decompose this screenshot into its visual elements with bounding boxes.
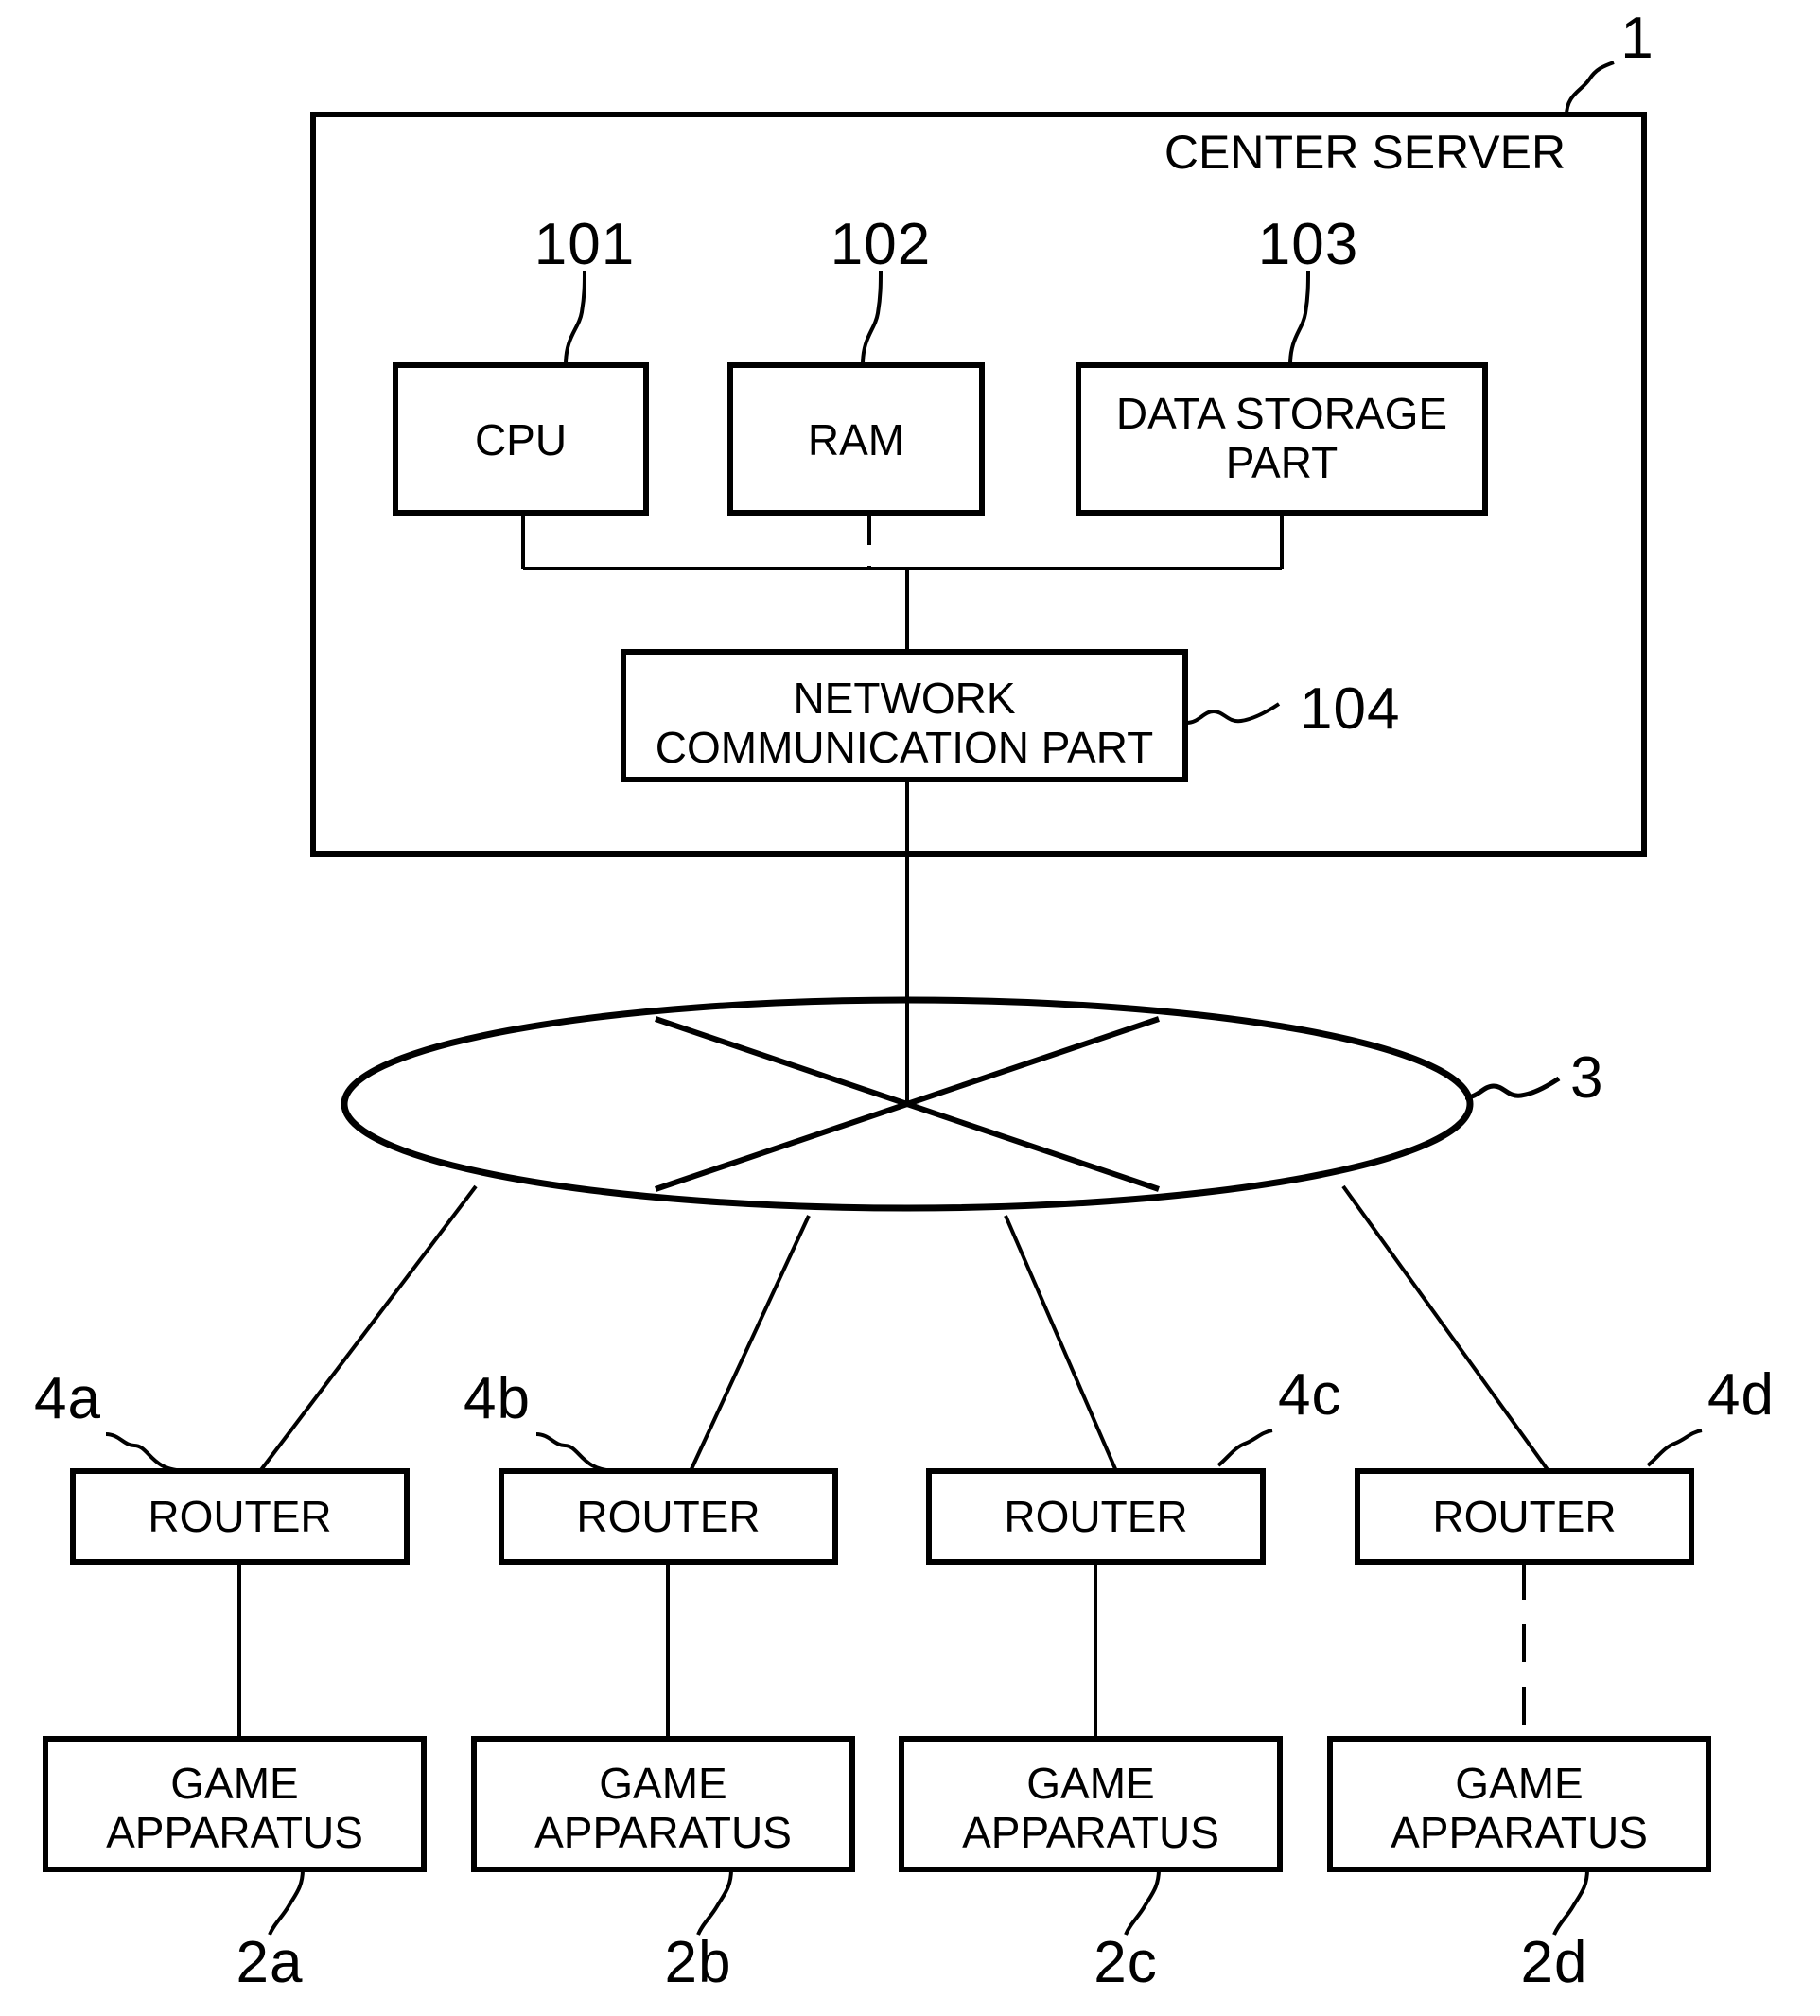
game-apparatus-label-a: GAME APPARATUS: [106, 1759, 363, 1857]
leader-line-4a: [105, 1432, 189, 1473]
network-communication-label: NETWORK COMMUNICATION PART: [655, 674, 1154, 772]
ref-label-data-storage: 103: [1257, 212, 1359, 277]
ref-label-game-b: 2b: [664, 1930, 732, 1995]
cloud-line-se: [906, 1101, 1160, 1192]
ref-label-router-a: 4a: [34, 1366, 101, 1431]
game-apparatus-label-d: GAME APPARATUS: [1391, 1759, 1648, 1857]
cloud-to-router-d: [1341, 1184, 1550, 1473]
ram-label: RAM: [807, 415, 905, 465]
ref-label-game-a: 2a: [236, 1930, 304, 1995]
leader-line-4c: [1216, 1429, 1273, 1467]
game-apparatus-label-c: GAME APPARATUS: [962, 1759, 1219, 1857]
leader-line-4d: [1646, 1429, 1703, 1467]
diagram-lines: [43, 61, 1711, 1936]
ref-label-game-c: 2c: [1094, 1930, 1158, 1995]
leader-line-2b: [696, 1868, 733, 1936]
figure-canvas: 1 CENTER SERVER 101 102 103 104 CPU RAM …: [0, 0, 1820, 2016]
leader-line-102: [861, 270, 883, 366]
leader-line-2a: [268, 1868, 305, 1936]
leader-line-104: [1185, 702, 1281, 725]
ref-label-cpu: 101: [534, 212, 636, 277]
leader-line-4b: [535, 1432, 620, 1473]
cpu-label: CPU: [474, 415, 568, 465]
game-apparatus-label-b: GAME APPARATUS: [534, 1759, 792, 1857]
ref-label-ram: 102: [830, 212, 932, 277]
ref-label-router-c: 4c: [1278, 1362, 1342, 1428]
router-label-a: ROUTER: [148, 1492, 332, 1541]
ref-label-network: 3: [1570, 1045, 1604, 1111]
leader-line-2d: [1552, 1868, 1589, 1936]
leader-line-3: [1464, 1076, 1561, 1100]
ref-label-game-d: 2d: [1520, 1930, 1588, 1995]
ref-label-center-server: 1: [1620, 6, 1654, 71]
cloud-to-router-c: [1004, 1215, 1118, 1472]
data-storage-label: DATA STORAGE PART: [1115, 389, 1448, 487]
center-server-title: CENTER SERVER: [1164, 126, 1566, 179]
ref-label-router-d: 4d: [1707, 1362, 1775, 1428]
ref-label-network-communication: 104: [1300, 676, 1401, 742]
leader-line-101: [564, 270, 586, 366]
cloud-line-sw: [655, 1101, 908, 1192]
cloud-to-router-b: [689, 1215, 811, 1472]
cloud-line-ne: [906, 1016, 1160, 1107]
router-label-b: ROUTER: [576, 1492, 761, 1541]
cloud-line-nw: [655, 1016, 908, 1107]
ref-label-router-b: 4b: [464, 1366, 531, 1431]
router-label-d: ROUTER: [1432, 1492, 1617, 1541]
leader-line-103: [1288, 270, 1310, 366]
router-label-c: ROUTER: [1004, 1492, 1188, 1541]
leader-line-2c: [1124, 1868, 1161, 1936]
cloud-to-router-a: [258, 1184, 478, 1473]
